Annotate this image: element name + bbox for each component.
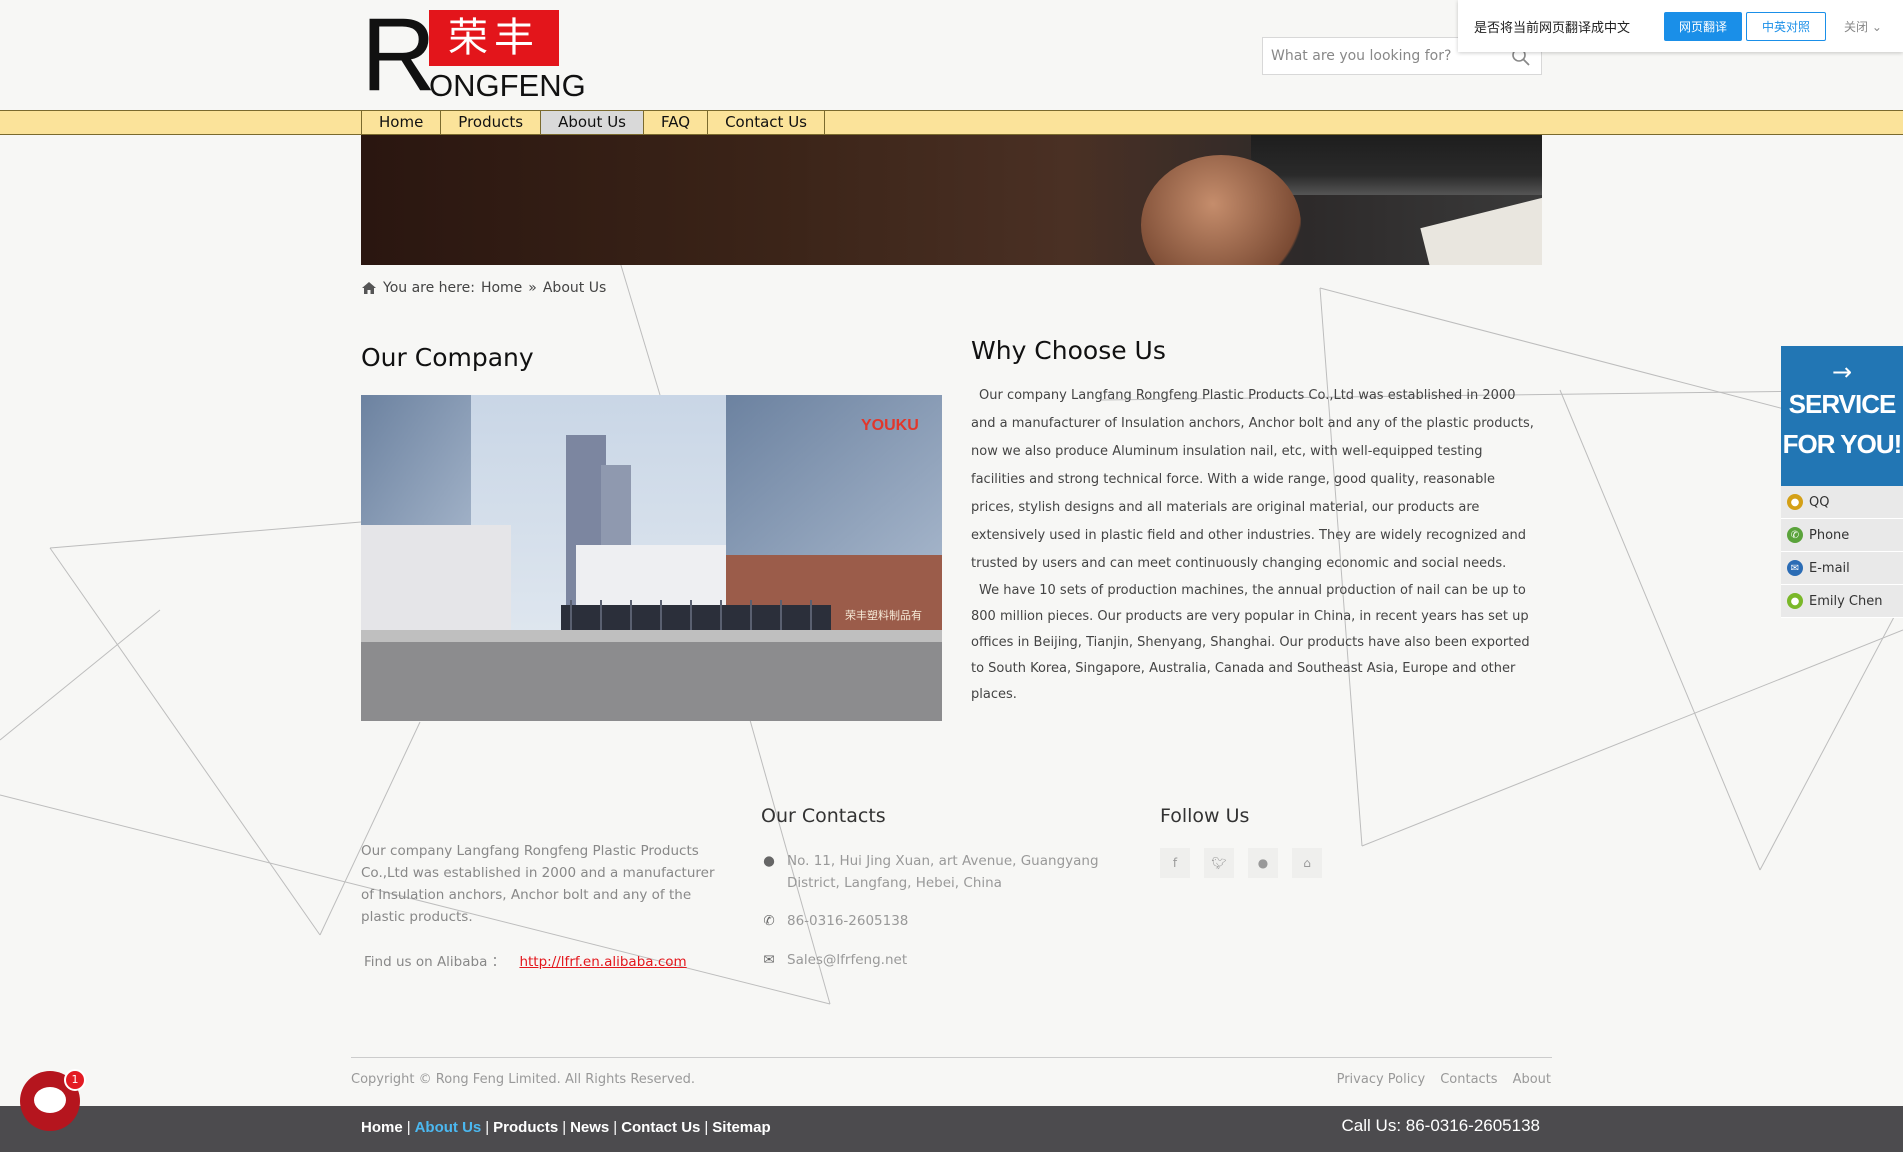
footer-link-privacy[interactable]: Privacy Policy (1337, 1072, 1426, 1087)
envelope-icon: ✉ (763, 952, 775, 968)
social-icons: f 🐦︎ ● ⌂ (1160, 848, 1322, 878)
service-line-2: FOR YOU! (1782, 429, 1903, 459)
service-item-email[interactable]: ✉ E-mail (1781, 552, 1903, 585)
nav-item-products[interactable]: Products (440, 111, 540, 134)
call-us-text: Call Us: 86-0316-2605138 (1341, 1116, 1540, 1135)
page-banner-image (361, 135, 1542, 265)
service-item-label: Emily Chen (1809, 593, 1883, 609)
bottom-nav: Home | About Us | Products | News | Contact Us | S… (361, 1119, 771, 1136)
arrow-right-icon: → (1831, 358, 1853, 386)
bottom-sep: | (406, 1119, 411, 1136)
service-line-1: SERVICE (1788, 389, 1897, 419)
bottom-link-products[interactable]: Products (493, 1119, 558, 1136)
footer-divider (351, 1057, 1552, 1058)
chat-bubble-icon (34, 1087, 66, 1113)
copyright-text: Copyright © Rong Feng Limited. All Right… (351, 1072, 695, 1087)
bottom-sep: | (613, 1119, 618, 1136)
breadcrumb: You are here: Home » About Us (361, 280, 606, 296)
footer-link-contacts[interactable]: Contacts (1440, 1072, 1497, 1087)
footer-about-text: Our company Langfang Rongfeng Plastic Pr… (361, 843, 715, 925)
alibaba-row: Find us on Alibaba ： http://lfrf.en.alib… (364, 950, 687, 970)
bottom-sep: | (704, 1119, 709, 1136)
contact-address-text: No. 11, Hui Jing Xuan, art Avenue, Guang… (787, 853, 1099, 891)
nav-item-about-us[interactable]: About Us (540, 111, 643, 134)
service-panel: → SERVICE FOR YOU! ● QQ ✆ Phone ✉ E-mail… (1781, 346, 1903, 618)
service-item-label: QQ (1809, 494, 1830, 510)
gate-sign: 荣丰塑料制品有 (845, 608, 922, 622)
why-paragraph-1: Our company Langfang Rongfeng Plastic Pr… (971, 388, 1534, 571)
logo-chinese-text: 荣丰 (429, 10, 559, 66)
chevron-down-icon: ⌄ (1871, 20, 1882, 34)
footer-links: Privacy Policy Contacts About (1337, 1072, 1551, 1087)
breadcrumb-current[interactable]: About Us (543, 280, 606, 296)
live-chat-button[interactable]: 1 (20, 1069, 86, 1131)
logo-big-letter: R (361, 0, 437, 113)
nav-item-contact-us[interactable]: Contact Us (707, 111, 825, 134)
breadcrumb-prefix: You are here: (383, 280, 475, 296)
footer-link-about[interactable]: About (1513, 1072, 1551, 1087)
bottom-sep: | (485, 1119, 490, 1136)
our-contacts-heading: Our Contacts (761, 805, 886, 827)
alibaba-label: Find us on Alibaba ： (364, 954, 506, 970)
home-icon[interactable]: ⌂ (1292, 848, 1322, 878)
bottom-link-about-us[interactable]: About Us (415, 1119, 482, 1136)
bottom-link-sitemap[interactable]: Sitemap (712, 1119, 770, 1136)
bottom-link-contact-us[interactable]: Contact Us (621, 1119, 700, 1136)
bottom-bar: Home | About Us | Products | News | Contact Us | S… (0, 1106, 1903, 1152)
main-nav: Home Products About Us FAQ Contact Us (0, 110, 1903, 135)
phone-icon: ✆ (1787, 527, 1803, 543)
youku-watermark: YOUKU (861, 417, 919, 434)
qq-icon: ● (1787, 494, 1803, 510)
translate-page-button[interactable]: 网页翻译 (1664, 12, 1742, 41)
contact-phone: ✆ 86-0316-2605138 (761, 910, 1111, 932)
bottom-sep: | (562, 1119, 567, 1136)
bilingual-button[interactable]: 中英对照 (1746, 12, 1826, 41)
service-item-label: E-mail (1809, 560, 1850, 576)
nav-item-home[interactable]: Home (361, 111, 440, 134)
contact-email[interactable]: ✉ Sales@lfrfeng.net (761, 949, 1111, 971)
why-choose-us-text: Our company Langfang Rongfeng Plastic Pr… (971, 382, 1534, 708)
chat-notification-badge: 1 (64, 1069, 86, 1091)
qq-icon[interactable]: ● (1248, 848, 1278, 878)
why-choose-us-heading: Why Choose Us (971, 336, 1166, 365)
our-company-heading: Our Company (361, 343, 534, 372)
breadcrumb-home-link[interactable]: Home (481, 280, 522, 296)
twitter-icon[interactable]: 🐦︎ (1204, 848, 1234, 878)
bottom-link-home[interactable]: Home (361, 1119, 403, 1136)
breadcrumb-separator: » (528, 280, 537, 296)
bottom-link-news[interactable]: News (570, 1119, 609, 1136)
home-icon (362, 282, 376, 294)
translate-close-label: 关闭 (1844, 20, 1869, 34)
service-header[interactable]: → SERVICE FOR YOU! (1781, 346, 1903, 486)
facebook-icon[interactable]: f (1160, 848, 1190, 878)
service-item-phone[interactable]: ✆ Phone (1781, 519, 1903, 552)
logo-english-text: ONGFENG (429, 68, 586, 103)
chat-icon: ● (1787, 593, 1803, 609)
site-logo[interactable]: R 荣丰 ONGFENG (361, 0, 586, 113)
service-item-label: Phone (1809, 527, 1850, 543)
phone-icon: ✆ (763, 913, 775, 929)
contact-phone-text: 86-0316-2605138 (787, 913, 909, 929)
service-item-qq[interactable]: ● QQ (1781, 486, 1903, 519)
map-pin-icon: ● (763, 853, 775, 869)
contact-email-text[interactable]: Sales@lfrfeng.net (787, 949, 907, 971)
translate-question: 是否将当前网页翻译成中文 (1474, 21, 1631, 36)
nav-item-faq[interactable]: FAQ (643, 111, 707, 134)
why-paragraph-2: We have 10 sets of production machines, … (971, 583, 1530, 702)
envelope-icon: ✉ (1787, 560, 1803, 576)
service-item-contact-person[interactable]: ● Emily Chen (1781, 585, 1903, 618)
translate-prompt: 是否将当前网页翻译成中文 网页翻译 中英对照 关闭 ⌄ (1458, 0, 1903, 52)
contact-address: ● No. 11, Hui Jing Xuan, art Avenue, Gua… (761, 850, 1111, 894)
company-building-photo[interactable]: YOUKU 荣丰塑料制品有 (361, 395, 942, 721)
translate-close-button[interactable]: 关闭 ⌄ (1844, 18, 1882, 35)
follow-us-heading: Follow Us (1160, 805, 1250, 827)
alibaba-link[interactable]: http://lfrf.en.alibaba.com (519, 954, 686, 970)
